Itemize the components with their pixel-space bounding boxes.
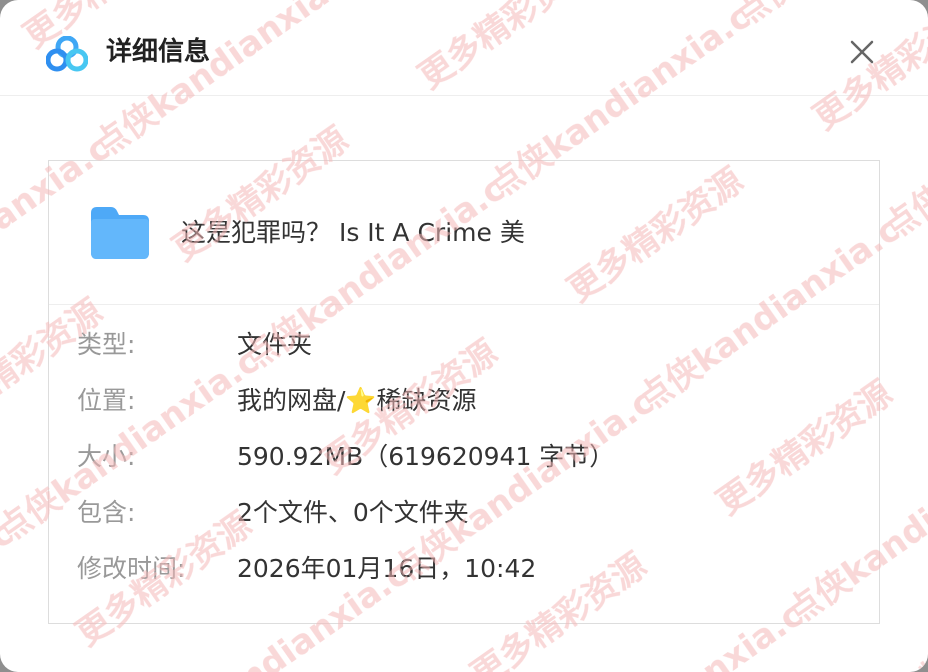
type-value: 文件夹 bbox=[237, 330, 313, 359]
info-row-type: 类型: 文件夹 bbox=[77, 325, 857, 365]
size-value: 590.92MB（619620941 字节） bbox=[237, 442, 615, 471]
modified-value: 2026年01月16日，10:42 bbox=[237, 554, 537, 583]
info-row-location: 位置: 我的网盘/⭐稀缺资源 bbox=[77, 381, 857, 421]
close-icon bbox=[850, 40, 874, 64]
info-row-size: 大小: 590.92MB（619620941 字节） bbox=[77, 437, 857, 477]
modified-label: 修改时间: bbox=[77, 554, 186, 583]
app-logo-icon bbox=[45, 35, 89, 72]
dialog-header: 详细信息 bbox=[0, 0, 928, 96]
type-label: 类型: bbox=[77, 330, 136, 359]
close-button[interactable] bbox=[842, 32, 882, 72]
file-name: 这是犯罪吗？ Is It A Crime 美 bbox=[181, 218, 525, 247]
size-label: 大小: bbox=[77, 442, 136, 471]
file-header: 这是犯罪吗？ Is It A Crime 美 bbox=[49, 161, 879, 305]
contains-label: 包含: bbox=[77, 498, 136, 527]
location-label: 位置: bbox=[77, 386, 136, 415]
dialog-title: 详细信息 bbox=[106, 37, 211, 67]
details-panel: 这是犯罪吗？ Is It A Crime 美 类型: 文件夹 位置: 我的网盘/… bbox=[48, 160, 880, 624]
details-dialog: 详细信息 这是犯罪吗？ Is It A Crime 美 类型: 文件夹 位置: bbox=[0, 0, 928, 672]
contains-value: 2个文件、0个文件夹 bbox=[237, 498, 469, 527]
info-row-modified: 修改时间: 2026年01月16日，10:42 bbox=[77, 549, 857, 589]
folder-icon bbox=[89, 205, 151, 261]
info-row-contains: 包含: 2个文件、0个文件夹 bbox=[77, 493, 857, 533]
location-value: 我的网盘/⭐稀缺资源 bbox=[237, 386, 477, 415]
